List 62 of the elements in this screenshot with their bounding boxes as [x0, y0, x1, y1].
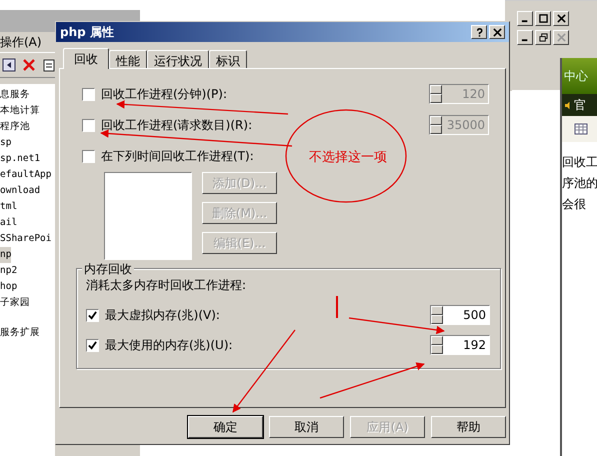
- tree-item[interactable]: np2: [0, 263, 18, 279]
- tree-item[interactable]: sp.net1: [0, 151, 40, 167]
- tree-item[interactable]: ownload: [0, 183, 40, 199]
- checkbox-label: 在下列时间回收工作进程(T):: [101, 148, 254, 164]
- marker-line: [336, 296, 338, 318]
- tree-item[interactable]: 服务扩展: [0, 325, 40, 341]
- maximize-icon: [538, 14, 548, 23]
- clipboard-icon[interactable]: [42, 58, 56, 72]
- tree-item[interactable]: 本地计算: [0, 103, 40, 119]
- close-icon: [556, 14, 566, 23]
- dialog-button[interactable]: 确定: [188, 416, 263, 438]
- tree-item[interactable]: 子家园: [0, 295, 30, 311]
- checkbox[interactable]: [86, 308, 99, 322]
- tree-item[interactable]: tml: [0, 199, 18, 215]
- help-icon: [474, 28, 484, 36]
- tree-item[interactable]: hop: [0, 279, 18, 295]
- maximize-button[interactable]: [535, 11, 551, 26]
- speaker-icon: [565, 100, 571, 110]
- tab[interactable]: 标识: [209, 50, 247, 68]
- help-button[interactable]: [471, 25, 487, 39]
- restore-icon: [538, 33, 548, 42]
- tab[interactable]: 性能: [109, 50, 147, 68]
- checkbox-label: 回收工作进程(请求数目)(R):: [101, 116, 252, 134]
- spinner-field[interactable]: 192: [430, 335, 490, 355]
- close-button[interactable]: [553, 11, 569, 26]
- tab[interactable]: 回收: [63, 48, 109, 69]
- tree-item[interactable]: ail: [0, 215, 18, 231]
- window-title: php 属性: [60, 24, 114, 40]
- text-line: 回收工: [562, 154, 597, 171]
- checkbox-label: 回收工作进程(分钟)(P):: [101, 86, 228, 102]
- checkbox-label: 最大使用的内存(兆)(U):: [105, 336, 233, 354]
- close-button[interactable]: [553, 30, 569, 45]
- minimize-button[interactable]: [517, 11, 533, 26]
- tree-item[interactable]: efaultApp: [0, 167, 52, 183]
- text-line: 序池的: [562, 175, 597, 192]
- tree-item[interactable]: 息服务: [0, 87, 30, 103]
- tab[interactable]: 运行状况: [147, 50, 209, 68]
- close-icon: [556, 33, 566, 42]
- close-button[interactable]: [489, 25, 505, 39]
- tree-item[interactable]: sp: [0, 135, 12, 151]
- restore-button[interactable]: [535, 30, 551, 45]
- banner-title: 中心: [563, 68, 588, 84]
- text-line: 会很: [562, 196, 587, 213]
- close-icon: [492, 28, 502, 36]
- group-description: 消耗太多内存时回收工作进程:: [86, 277, 248, 294]
- spinner-field[interactable]: 500: [430, 305, 490, 325]
- tree-item[interactable]: SSharePoi: [0, 231, 52, 247]
- annotation-note: 不选择这一项: [309, 150, 387, 165]
- menu-item[interactable]: 操作(A): [0, 34, 42, 50]
- time-list[interactable]: [104, 172, 192, 260]
- delete-icon[interactable]: [22, 58, 36, 72]
- tree-item[interactable]: 程序池: [0, 119, 30, 135]
- checkbox[interactable]: [86, 338, 99, 352]
- tree-item[interactable]: np: [0, 247, 12, 263]
- panel-icon[interactable]: [2, 58, 16, 72]
- dialog-button[interactable]: 取消: [269, 416, 344, 438]
- checkbox[interactable]: [82, 150, 95, 162]
- group-title: 内存回收: [82, 261, 134, 278]
- calendar-icon[interactable]: [574, 122, 588, 136]
- minimize-button[interactable]: [517, 30, 533, 45]
- dialog-button[interactable]: 帮助: [431, 416, 506, 438]
- checkbox-label: 最大虚拟内存(兆)(V):: [105, 306, 220, 324]
